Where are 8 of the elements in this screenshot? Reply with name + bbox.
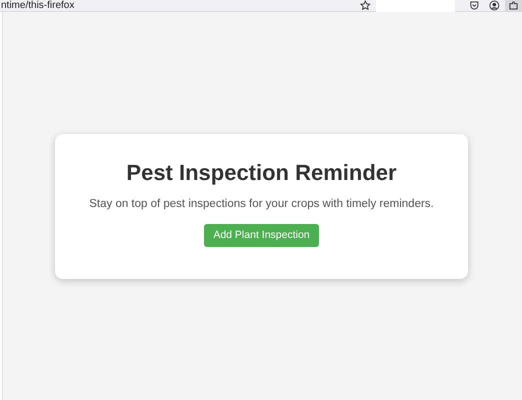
card-description: Stay on top of pest inspections for your crops with timely reminders. xyxy=(89,197,434,211)
extensions-button[interactable] xyxy=(504,0,522,12)
star-icon[interactable] xyxy=(360,0,371,11)
pocket-icon[interactable] xyxy=(469,0,480,11)
card-title: Pest Inspection Reminder xyxy=(126,160,397,186)
toolbar-field[interactable] xyxy=(376,0,456,12)
account-icon[interactable] xyxy=(488,0,500,11)
puzzle-icon xyxy=(508,1,518,10)
